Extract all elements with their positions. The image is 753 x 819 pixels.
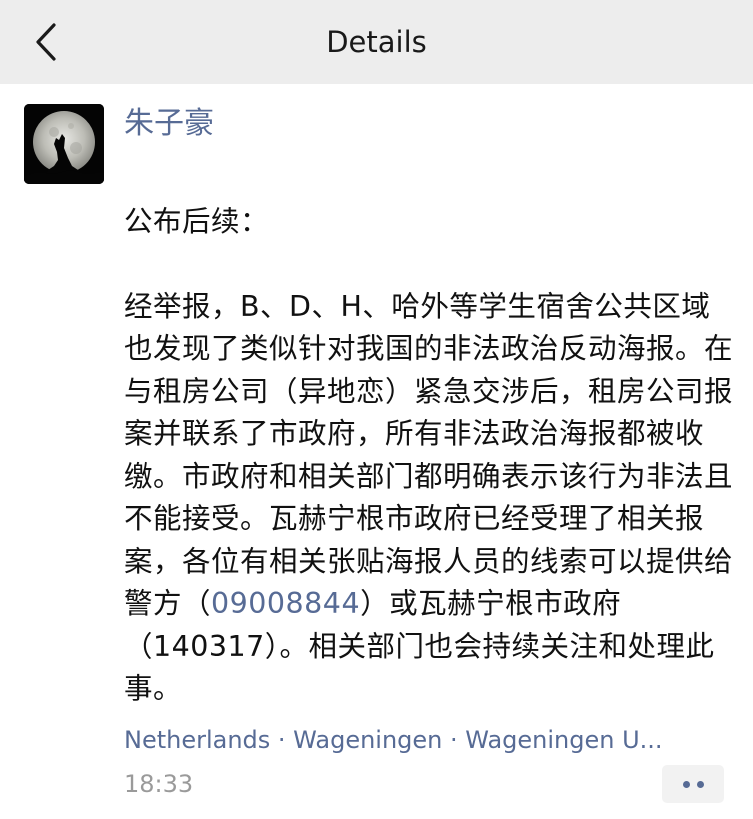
location-link[interactable]: Netherlands · Wageningen · Wageningen U.… <box>124 722 714 758</box>
author-name[interactable]: 朱子豪 <box>124 104 214 144</box>
wolf-howling-at-moon-avatar <box>24 104 104 184</box>
post-heading: 公布后续： <box>124 204 270 238</box>
post-body: 经举报，B、D、H、哈外等学生宿舍公共区域也发现了类似针对我国的非法政治反动海报… <box>124 286 734 711</box>
page-title: Details <box>326 25 427 59</box>
post-time: 18:33 <box>124 770 194 798</box>
more-dots-icon <box>679 780 707 788</box>
more-actions-button[interactable] <box>662 765 724 803</box>
top-nav-bar: Details <box>0 0 753 84</box>
phone-number-link[interactable]: 09008844 <box>211 587 360 620</box>
post-content: 公布后续： 经举报，B、D、H、哈外等学生宿舍公共区域也发现了类似针对我国的非法… <box>124 158 734 753</box>
avatar[interactable] <box>24 104 104 184</box>
post-body-text-1: 经举报，B、D、H、哈外等学生宿舍公共区域也发现了类似针对我国的非法政治反动海报… <box>124 289 734 621</box>
moment-details-page: Details 朱子豪 公布后续： 经举报，B、D、H、哈外等学生宿舍公共区域也… <box>0 0 753 819</box>
